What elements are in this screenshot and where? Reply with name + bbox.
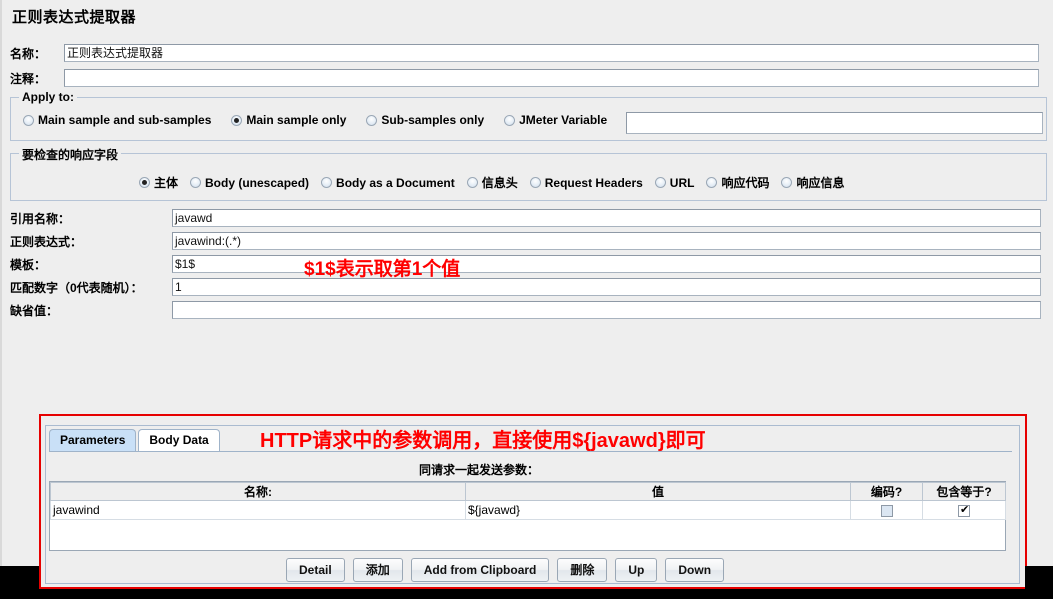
radio-label: Main sample only — [246, 113, 347, 127]
column-header-name[interactable]: 名称: — [50, 482, 466, 501]
radio-body-unescaped[interactable]: Body (unescaped) — [190, 176, 309, 190]
regex-row: 正则表达式： javawind:(.*) — [10, 232, 1047, 250]
radio-dot-selected-icon — [139, 177, 150, 188]
name-input[interactable]: 正则表达式提取器 — [64, 44, 1039, 62]
match-number-row: 匹配数字（0代表随机）： 1 — [10, 278, 1047, 296]
send-parameters-label: 同请求一起发送参数： — [419, 463, 540, 477]
refname-label: 引用名称： — [10, 211, 71, 226]
match-number-label: 匹配数字（0代表随机）： — [10, 280, 143, 295]
radio-request-headers[interactable]: Request Headers — [529, 175, 643, 190]
add-from-clipboard-button[interactable]: Add from Clipboard — [410, 558, 550, 582]
radio-label: URL — [669, 175, 695, 190]
table-header-row: 名称: 值 编码? 包含等于? — [50, 482, 1006, 501]
table-row[interactable]: javawind ${javawd} — [50, 500, 1006, 520]
cell-param-name[interactable]: javawind — [50, 500, 466, 520]
down-button[interactable]: Down — [665, 558, 725, 582]
radio-dot-icon — [366, 114, 378, 126]
delete-button[interactable]: 删除 — [557, 558, 608, 582]
radio-dot-icon — [321, 177, 333, 188]
radio-label: 信息头 — [481, 176, 518, 190]
response-field-radio-group: 主体 Body (unescaped) Body as a Document 信… — [139, 174, 845, 191]
default-value-row: 缺省值： — [10, 301, 1047, 319]
regex-input[interactable]: javawind:(.*) — [172, 232, 1041, 250]
include-equals-checkbox[interactable] — [958, 503, 970, 517]
regex-label: 正则表达式： — [10, 234, 83, 249]
black-strip-right — [1025, 566, 1053, 599]
radio-dot-icon — [504, 114, 516, 126]
radio-dot-icon — [466, 177, 478, 188]
radio-main-only[interactable]: Main sample only — [231, 113, 346, 127]
match-number-input[interactable]: 1 — [172, 278, 1041, 296]
radio-body[interactable]: 主体 — [139, 174, 178, 191]
radio-jmeter-variable[interactable]: JMeter Variable — [504, 113, 607, 127]
cell-param-value[interactable]: ${javawd} — [465, 500, 851, 520]
radio-label: Request Headers — [544, 175, 643, 190]
name-row: 名称： 正则表达式提取器 — [10, 44, 1047, 62]
apply-to-group: Apply to: Main sample and sub-samples Ma… — [10, 90, 1047, 141]
radio-label: 响应信息 — [796, 176, 845, 190]
apply-to-radio-group: Main sample and sub-samples Main sample … — [23, 113, 619, 127]
radio-dot-icon — [706, 177, 718, 188]
radio-label: Sub-samples only — [381, 113, 485, 127]
radio-headers[interactable]: 信息头 — [466, 174, 518, 191]
radio-dot-icon — [529, 177, 541, 188]
radio-label: 主体 — [154, 176, 179, 190]
default-value-label: 缺省值： — [10, 303, 59, 318]
radio-dot-selected-icon — [231, 114, 243, 126]
screenshot-root: 正则表达式提取器 名称： 正则表达式提取器 注释： Apply to: Main… — [0, 0, 1053, 599]
name-label: 名称： — [10, 46, 47, 61]
tab-body-data[interactable]: Body Data — [138, 429, 220, 451]
page-title: 正则表达式提取器 — [12, 9, 137, 26]
parameter-buttons: Detail 添加 Add from Clipboard 删除 Up Down — [286, 558, 725, 582]
radio-main-and-sub[interactable]: Main sample and sub-samples — [23, 113, 211, 127]
column-header-encode[interactable]: 编码? — [850, 482, 923, 501]
radio-sub-only[interactable]: Sub-samples only — [366, 113, 484, 127]
radio-dot-icon — [190, 177, 202, 188]
radio-label: JMeter Variable — [519, 113, 608, 127]
radio-response-message[interactable]: 响应信息 — [781, 174, 845, 191]
template-label: 模板： — [10, 257, 47, 272]
radio-label: Body (unescaped) — [205, 175, 310, 190]
http-panel-tabs: Parameters Body Data — [49, 429, 220, 451]
radio-dot-icon — [23, 114, 34, 126]
template-input[interactable]: $1$ — [172, 255, 1041, 273]
radio-dot-icon — [781, 177, 793, 188]
column-header-include-equals[interactable]: 包含等于? — [922, 482, 1006, 501]
encode-checkbox[interactable] — [880, 504, 893, 517]
parameters-table[interactable]: 名称: 值 编码? 包含等于? javawind ${javawd} — [49, 481, 1006, 520]
radio-label: 响应代码 — [721, 176, 770, 190]
comment-input[interactable] — [64, 69, 1039, 87]
radio-body-as-document[interactable]: Body as a Document — [321, 176, 455, 190]
apply-to-title: Apply to: — [19, 90, 77, 104]
comment-label: 注释： — [10, 71, 47, 86]
radio-dot-icon — [654, 177, 666, 188]
default-value-input[interactable] — [172, 301, 1041, 319]
template-row: 模板： $1$ — [10, 255, 1047, 273]
template-annotation: $1$表示取第1个值 — [304, 259, 461, 280]
radio-url[interactable]: URL — [654, 175, 695, 190]
up-button[interactable]: Up — [615, 558, 658, 582]
table-empty-area — [49, 520, 1006, 551]
jmeter-variable-input[interactable] — [626, 112, 1043, 134]
cell-encode[interactable] — [850, 500, 923, 520]
radio-label: Body as a Document — [336, 175, 455, 190]
radio-label: Main sample and sub-samples — [38, 113, 212, 127]
regex-extractor-panel: 正则表达式提取器 名称： 正则表达式提取器 注释： Apply to: Main… — [0, 0, 1053, 589]
refname-row: 引用名称： javawd — [10, 209, 1047, 227]
params-annotation: HTTP请求中的参数调用，直接使用${javawd}即可 — [260, 430, 706, 452]
cell-include-equals[interactable] — [922, 500, 1006, 520]
black-strip-left — [0, 566, 37, 599]
detail-button[interactable]: Detail — [286, 558, 345, 582]
radio-response-code[interactable]: 响应代码 — [706, 174, 769, 191]
add-button[interactable]: 添加 — [352, 558, 403, 582]
comment-row: 注释： — [10, 69, 1047, 87]
response-field-group: 要检查的响应字段 主体 Body (unescaped) Body as a D… — [10, 146, 1047, 201]
response-field-title: 要检查的响应字段 — [19, 146, 122, 163]
refname-input[interactable]: javawd — [172, 209, 1041, 227]
tab-parameters[interactable]: Parameters — [49, 429, 137, 451]
column-header-value[interactable]: 值 — [465, 482, 851, 501]
